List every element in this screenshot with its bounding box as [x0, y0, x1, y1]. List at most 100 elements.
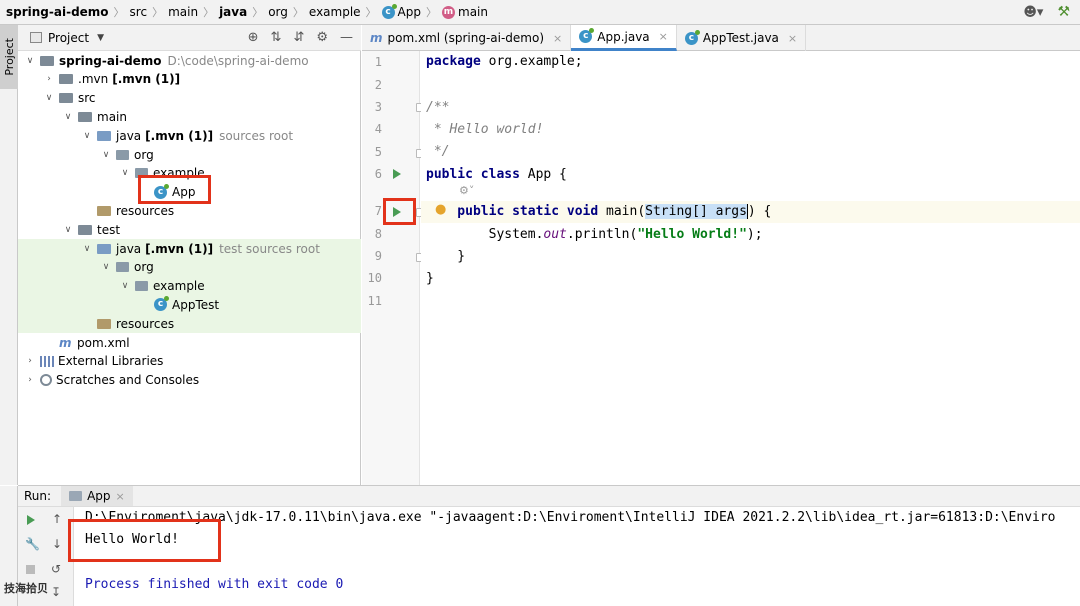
- chevron-down-icon[interactable]: ∨: [100, 262, 112, 272]
- breadcrumb-item[interactable]: main: [168, 5, 198, 19]
- watermark: 技海拾贝: [4, 582, 48, 595]
- breadcrumb-label: src: [129, 5, 148, 19]
- soft-wrap-icon[interactable]: ↺: [51, 562, 61, 576]
- breadcrumb-item[interactable]: c App: [381, 3, 421, 19]
- breadcrumb-label: org: [268, 5, 288, 19]
- tree-item[interactable]: m pom.xml: [18, 333, 361, 352]
- inlay-hint-icon[interactable]: ⚙˅: [459, 184, 474, 197]
- project-tool-tab[interactable]: Project: [0, 25, 18, 89]
- down-arrow-icon[interactable]: ↓: [52, 537, 62, 551]
- locate-icon[interactable]: ⊕: [248, 30, 259, 45]
- tree-item-label: org: [134, 260, 154, 275]
- tree-item-label: java: [116, 241, 142, 256]
- breadcrumb-label: main: [458, 5, 488, 19]
- maven-icon: m: [59, 335, 72, 350]
- method-icon: m: [442, 5, 455, 19]
- tree-item[interactable]: ∨ main: [18, 107, 361, 126]
- library-icon: [40, 355, 54, 367]
- tree-item[interactable]: resources: [18, 201, 361, 220]
- tree-item[interactable]: ∨ spring-ai-demo D:\code\spring-ai-demo: [18, 51, 361, 70]
- tree-item[interactable]: › External Libraries: [18, 352, 361, 371]
- console-output[interactable]: D:\Enviroment\java\jdk-17.0.11\bin\java.…: [74, 507, 1080, 606]
- nav-toolbar: ☻▾ ⚒: [1023, 4, 1070, 20]
- breadcrumb-item[interactable]: org: [268, 5, 288, 19]
- tree-item-label: AppTest: [172, 297, 220, 312]
- run-tab-app[interactable]: App ×: [61, 486, 133, 506]
- gear-icon[interactable]: ⚙: [316, 30, 328, 45]
- folder-icon: [59, 74, 73, 85]
- run-label: Run:: [24, 489, 52, 503]
- folder-icon: [40, 55, 54, 66]
- chevron-down-icon[interactable]: ∨: [81, 244, 93, 254]
- tree-item-label: resources: [116, 203, 175, 218]
- stop-icon[interactable]: [26, 565, 35, 574]
- project-tree: ∨ spring-ai-demo D:\code\spring-ai-demo › .m…: [18, 51, 361, 485]
- tree-item[interactable]: ∨ src: [18, 89, 361, 108]
- minimize-icon[interactable]: —: [340, 30, 353, 45]
- line-number: 7: [374, 204, 382, 218]
- close-icon[interactable]: ×: [553, 32, 562, 45]
- package-icon: [116, 262, 129, 273]
- chevron-down-icon[interactable]: ∨: [100, 150, 112, 160]
- rerun-icon[interactable]: [27, 515, 35, 525]
- chevron-down-icon[interactable]: ∨: [119, 281, 131, 291]
- wrench-icon[interactable]: 🔧: [25, 537, 40, 551]
- breadcrumb-item[interactable]: example: [309, 5, 361, 19]
- breadcrumb-item[interactable]: java: [219, 5, 247, 19]
- tree-item[interactable]: › .mvn [.mvn (1)]: [18, 70, 361, 89]
- tree-item[interactable]: ∨ java [.mvn (1)] test sources root: [18, 239, 361, 258]
- user-icon[interactable]: ☻▾: [1023, 5, 1043, 20]
- tree-item[interactable]: resources: [18, 314, 361, 334]
- module-suffix: [.mvn (1)]: [112, 72, 181, 87]
- chevron-right-icon[interactable]: ›: [24, 356, 36, 366]
- project-panel-header: Project ▼ ⊕ ⇅ ⇵ ⚙ —: [18, 25, 361, 51]
- editor-tab[interactable]: m pom.xml (spring-ai-demo) ×: [362, 25, 572, 51]
- chevron-down-icon[interactable]: ▼: [97, 33, 104, 43]
- editor-tab[interactable]: c App.java ×: [571, 25, 677, 51]
- chevron-down-icon[interactable]: ∨: [24, 56, 36, 66]
- tree-item[interactable]: ∨ org: [18, 145, 361, 164]
- tree-item[interactable]: ∨ test: [18, 220, 361, 239]
- collapse-all-icon[interactable]: ⇵: [293, 30, 304, 45]
- up-arrow-icon[interactable]: ↑: [52, 512, 62, 526]
- highlight-run-icon: [383, 198, 416, 225]
- chevron-down-icon[interactable]: ∨: [62, 225, 74, 235]
- folder-icon: [78, 111, 92, 122]
- breadcrumb-separator: 〉: [203, 6, 215, 19]
- tree-item[interactable]: ∨ java [.mvn (1)] sources root: [18, 126, 361, 145]
- run-class-icon[interactable]: [393, 169, 401, 179]
- scroll-end-icon[interactable]: ↧: [51, 585, 61, 599]
- breadcrumb-item[interactable]: spring-ai-demo: [6, 5, 109, 19]
- breadcrumb-item[interactable]: m main: [442, 5, 488, 19]
- project-view-selector[interactable]: Project: [48, 31, 89, 45]
- editor-tab[interactable]: c AppTest.java ×: [677, 25, 807, 51]
- process-finished-line: Process finished with exit code 0: [85, 577, 344, 592]
- line-number: 4: [374, 122, 382, 136]
- chevron-down-icon[interactable]: ∨: [119, 168, 131, 178]
- tree-item-label: example: [153, 279, 205, 294]
- left-tool-stripe: Project: [0, 25, 18, 485]
- tree-item-label: main: [97, 109, 127, 124]
- module-suffix: [.mvn (1)]: [145, 241, 214, 256]
- chevron-right-icon[interactable]: ›: [24, 375, 36, 385]
- close-icon[interactable]: ×: [659, 30, 668, 43]
- tree-item[interactable]: ∨ org: [18, 257, 361, 277]
- tree-item-label: java: [116, 128, 142, 143]
- tree-item[interactable]: ∨ example: [18, 276, 361, 296]
- expand-all-icon[interactable]: ⇅: [271, 30, 282, 45]
- close-icon[interactable]: ×: [788, 32, 797, 45]
- chevron-down-icon[interactable]: ∨: [81, 131, 93, 141]
- breadcrumb-separator: 〉: [252, 6, 264, 19]
- tree-item[interactable]: › Scratches and Consoles: [18, 371, 361, 390]
- test-folder-icon: [97, 243, 111, 254]
- close-icon[interactable]: ×: [116, 490, 125, 503]
- chevron-down-icon[interactable]: ∨: [43, 93, 55, 103]
- tree-item-label: Scratches and Consoles: [56, 373, 200, 388]
- chevron-right-icon[interactable]: ›: [43, 74, 55, 84]
- build-hammer-icon[interactable]: ⚒: [1057, 4, 1070, 20]
- breadcrumb-label: example: [308, 5, 361, 19]
- code-editor[interactable]: ● ⚙˅ package org.example; /** * Hello wo…: [421, 51, 1080, 485]
- tree-item[interactable]: c AppTest: [18, 295, 361, 315]
- chevron-down-icon[interactable]: ∨: [62, 112, 74, 122]
- breadcrumb-item[interactable]: src: [130, 5, 148, 19]
